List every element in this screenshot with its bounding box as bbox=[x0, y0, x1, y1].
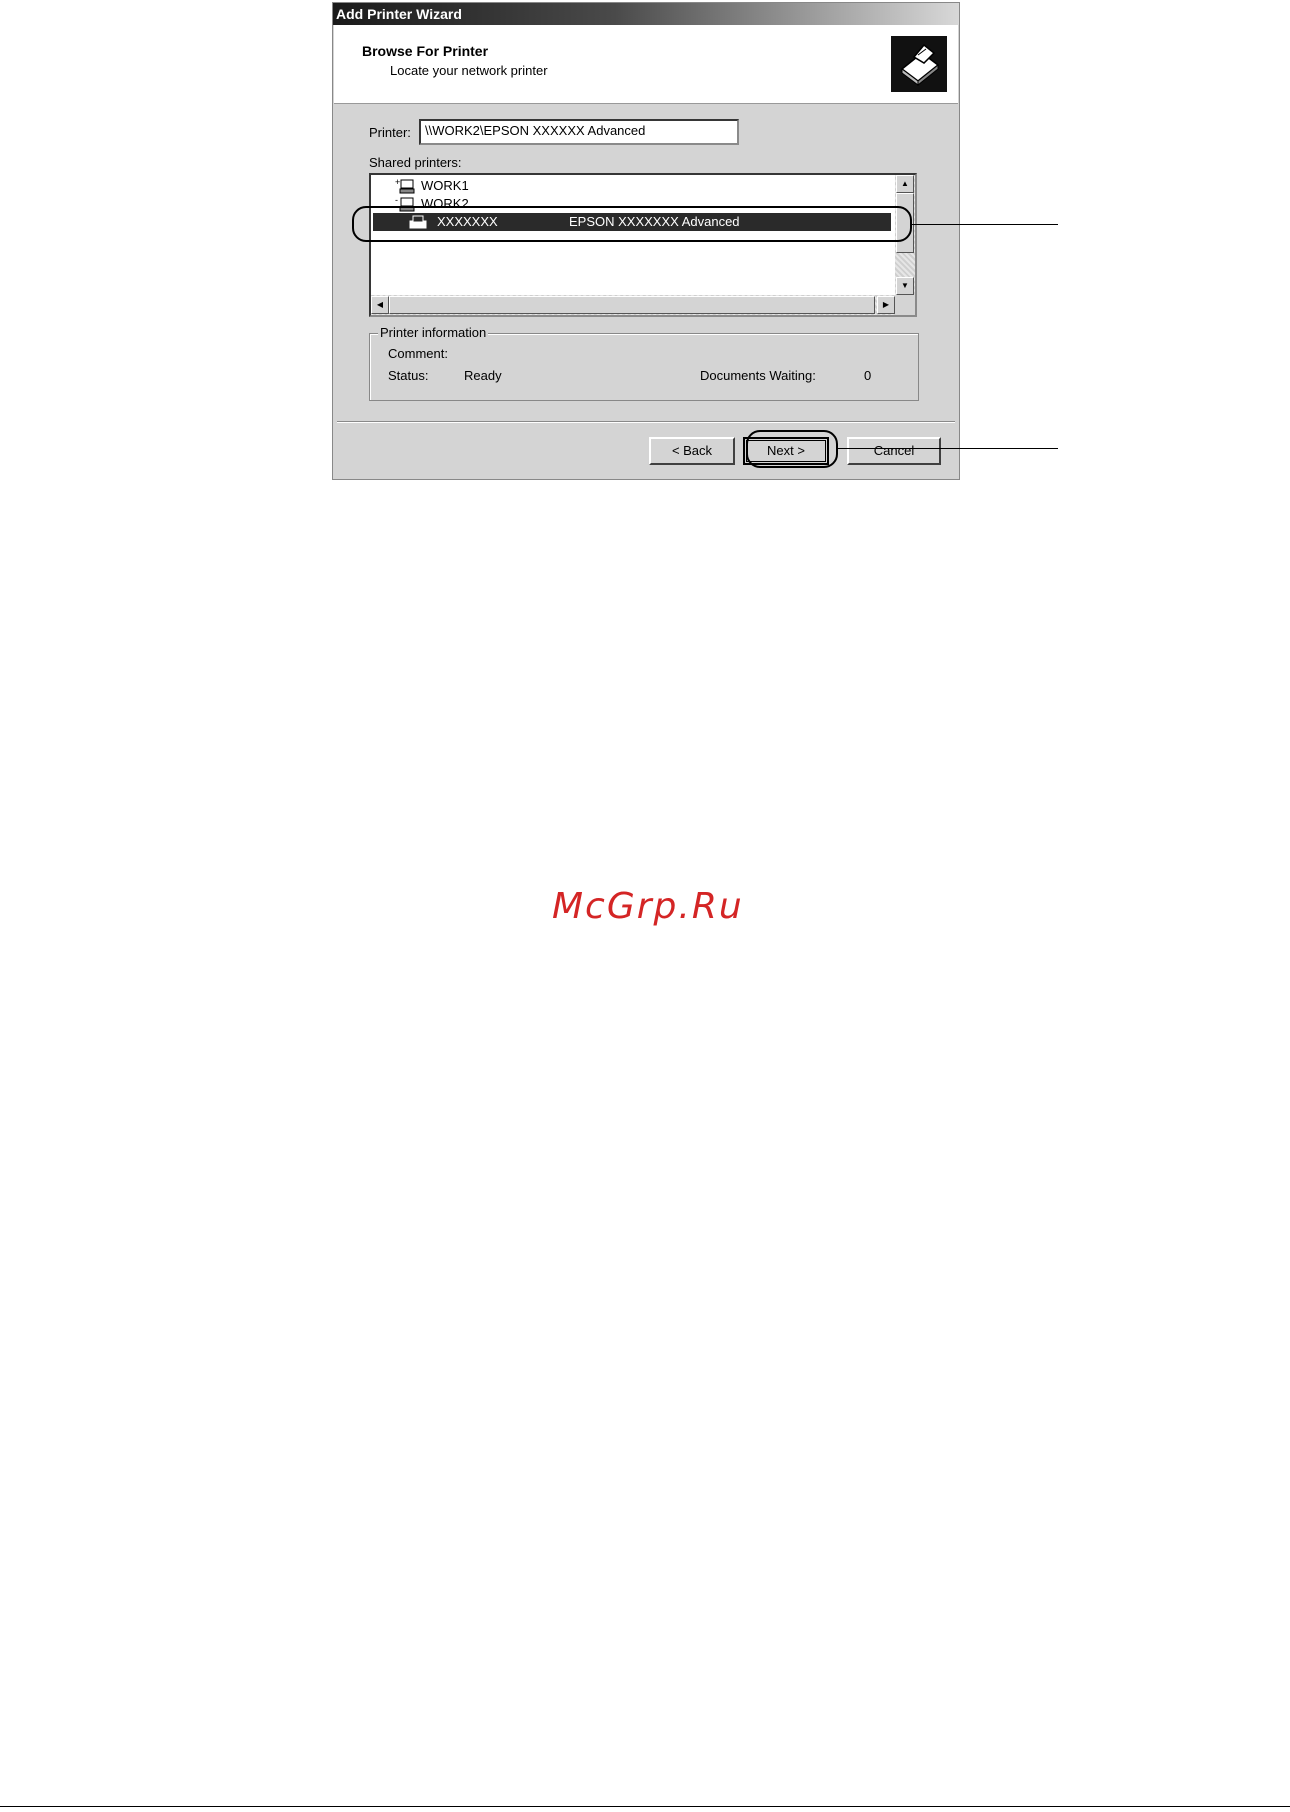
next-button-callout bbox=[746, 430, 838, 468]
status-label: Status: bbox=[388, 368, 429, 383]
svg-text:-: - bbox=[395, 196, 398, 205]
comment-label: Comment: bbox=[388, 346, 448, 361]
back-button[interactable]: < Back bbox=[649, 437, 735, 465]
scroll-up-icon[interactable]: ▲ bbox=[896, 175, 914, 193]
cancel-button[interactable]: Cancel bbox=[847, 437, 941, 465]
scroll-right-icon[interactable]: ▶ bbox=[877, 296, 895, 314]
printer-wizard-icon bbox=[891, 36, 947, 92]
horizontal-scrollbar[interactable]: ◀ ▶ bbox=[371, 295, 895, 315]
documents-waiting-label: Documents Waiting: bbox=[700, 368, 816, 383]
window-title: Add Printer Wizard bbox=[333, 3, 959, 25]
callout-leader-line bbox=[910, 224, 1058, 225]
shared-printers-list[interactable]: + WORK1 - WORK2 XXXXXXX EPSON XXXXXXX Ad… bbox=[369, 173, 917, 317]
page-subtitle: Locate your network printer bbox=[390, 63, 548, 78]
button-divider bbox=[337, 421, 955, 423]
documents-waiting-value: 0 bbox=[864, 368, 872, 383]
scroll-down-icon[interactable]: ▼ bbox=[896, 277, 914, 295]
list-item-label: WORK1 bbox=[421, 178, 469, 193]
selected-printer-callout bbox=[352, 206, 912, 242]
group-legend: Printer information bbox=[378, 325, 489, 340]
page-title: Browse For Printer bbox=[362, 43, 489, 59]
scrollbar-corner bbox=[895, 295, 915, 315]
callout-leader-line bbox=[836, 448, 1058, 449]
horizontal-scroll-thumb[interactable] bbox=[389, 296, 875, 314]
printer-label: Printer: bbox=[369, 125, 411, 140]
printer-information-group: Printer information Comment: Status: Rea… bbox=[369, 325, 919, 401]
svg-text:+: + bbox=[395, 178, 400, 187]
watermark-text: McGrp.Ru bbox=[552, 886, 744, 927]
printer-input[interactable]: \\WORK2\EPSON XXXXXX Advanced bbox=[419, 119, 739, 145]
wizard-header: Browse For Printer Locate your network p… bbox=[334, 25, 958, 104]
scroll-left-icon[interactable]: ◀ bbox=[371, 296, 389, 314]
status-value: Ready bbox=[464, 368, 502, 383]
footer-rule bbox=[0, 1806, 1290, 1807]
computer-icon: + bbox=[395, 178, 415, 194]
shared-printers-label: Shared printers: bbox=[369, 155, 462, 170]
